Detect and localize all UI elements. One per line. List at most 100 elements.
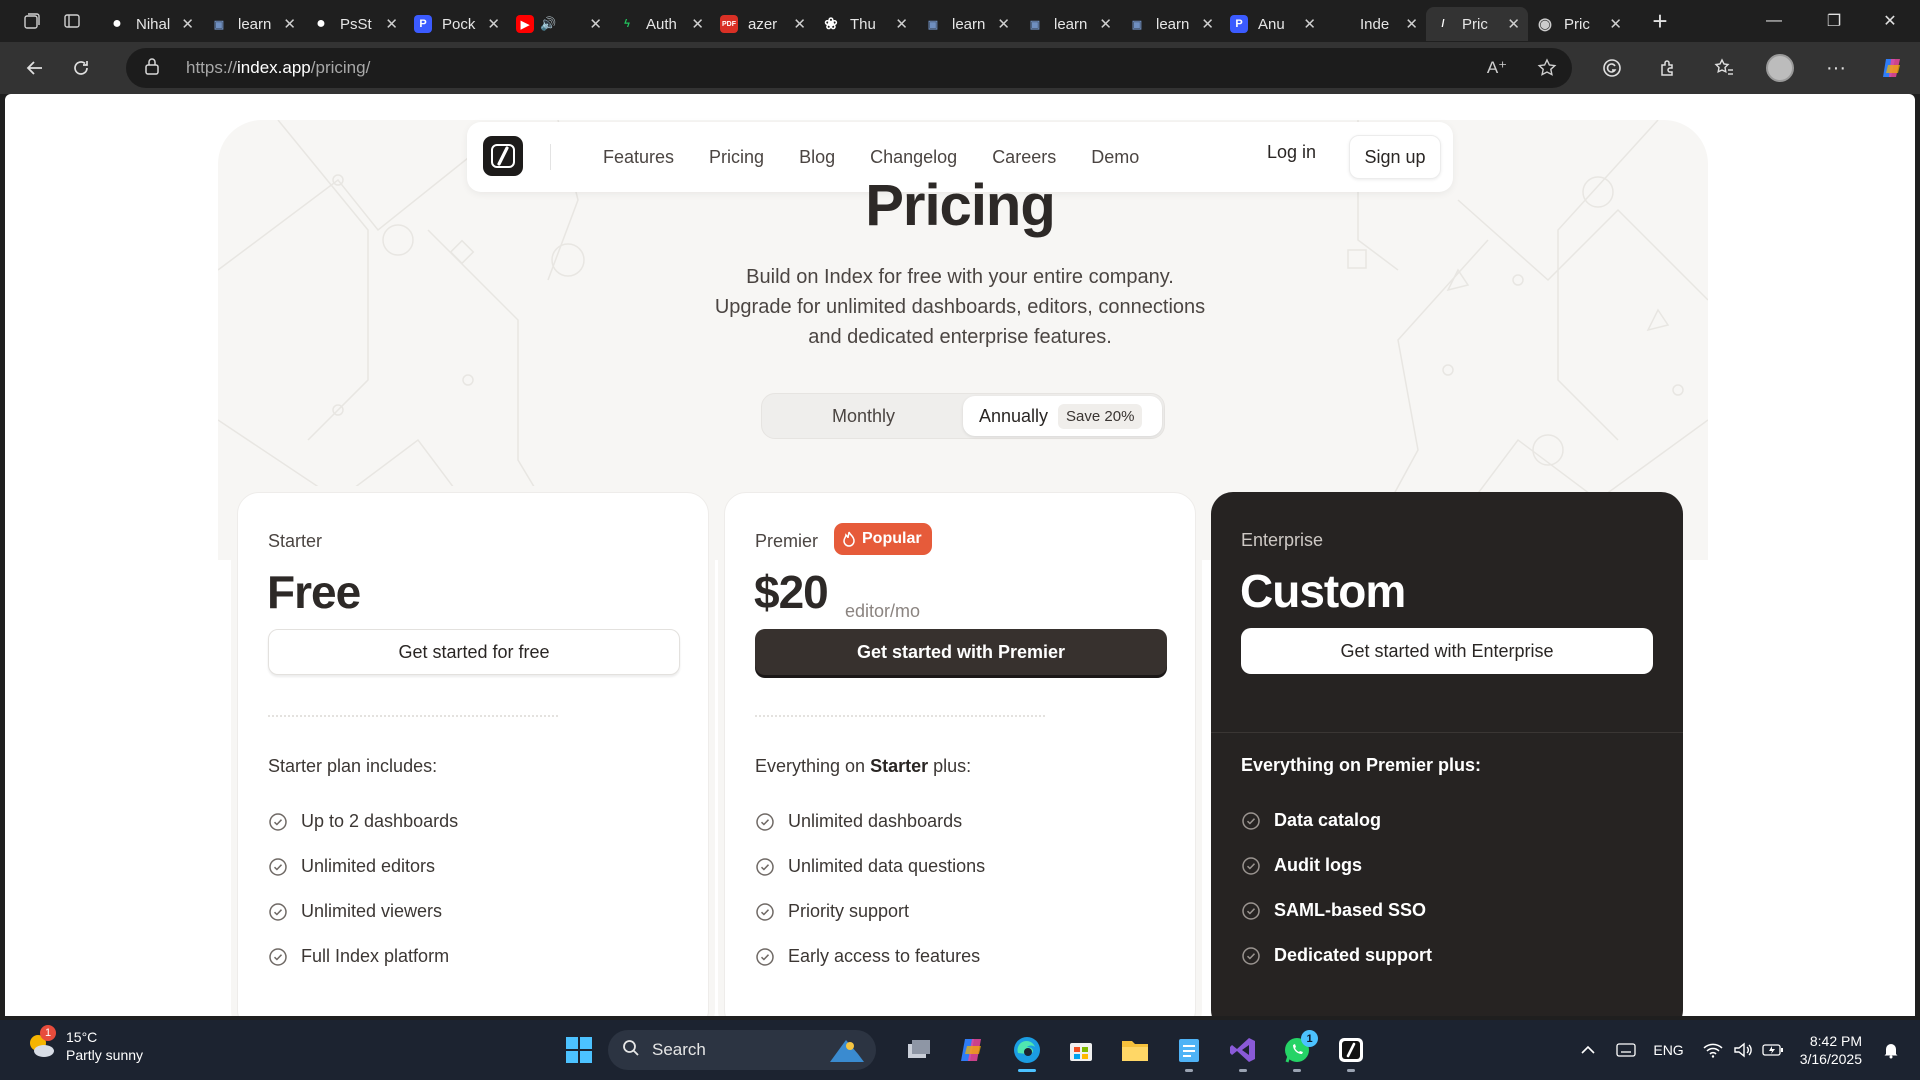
browser-tab[interactable]: ▣ learn ✕ bbox=[202, 7, 304, 41]
close-tab-icon[interactable]: ✕ bbox=[487, 15, 500, 33]
popular-badge-label: Popular bbox=[862, 530, 922, 547]
close-tab-icon[interactable]: ✕ bbox=[793, 15, 806, 33]
restore-button[interactable]: ❐ bbox=[1804, 0, 1864, 42]
index-app-icon[interactable] bbox=[1324, 1028, 1378, 1072]
language-indicator[interactable]: ENG bbox=[1653, 1042, 1683, 1058]
feature-item: Early access to features bbox=[755, 934, 985, 979]
browser-tab[interactable]: ▶ 🔊 ✕ bbox=[508, 7, 610, 41]
battery-icon[interactable] bbox=[1758, 1043, 1788, 1057]
close-tab-icon[interactable]: ✕ bbox=[1099, 15, 1112, 33]
copilot-app-icon[interactable] bbox=[946, 1028, 1000, 1072]
browser-tab[interactable]: ● Nihal ✕ bbox=[100, 7, 202, 41]
weather-desc: Partly sunny bbox=[66, 1047, 144, 1063]
browser-tab[interactable]: ● PsSt ✕ bbox=[304, 7, 406, 41]
close-tab-icon[interactable]: ✕ bbox=[283, 15, 296, 33]
whatsapp-icon[interactable]: 1 bbox=[1270, 1028, 1324, 1072]
close-tab-icon[interactable]: ✕ bbox=[895, 15, 908, 33]
notifications-icon[interactable] bbox=[1876, 1041, 1906, 1059]
index-logo[interactable] bbox=[483, 136, 523, 176]
start-windows-icon[interactable] bbox=[552, 1028, 606, 1072]
nav-link-demo[interactable]: Demo bbox=[1091, 147, 1139, 168]
browser-tab[interactable]: P Anu ✕ bbox=[1222, 7, 1324, 41]
wifi-icon[interactable] bbox=[1698, 1042, 1728, 1058]
blank-icon bbox=[1332, 15, 1350, 33]
login-link[interactable]: Log in bbox=[1267, 142, 1316, 163]
notepad-icon[interactable] bbox=[1162, 1028, 1216, 1072]
close-window-button[interactable]: ✕ bbox=[1860, 0, 1920, 42]
favorites-icon[interactable] bbox=[1696, 48, 1752, 88]
close-tab-icon[interactable]: ✕ bbox=[1609, 15, 1622, 33]
browser-tab[interactable]: ▣ learn ✕ bbox=[916, 7, 1018, 41]
feature-list: Up to 2 dashboards Unlimited editors Unl… bbox=[268, 799, 458, 979]
close-tab-icon[interactable]: ✕ bbox=[1405, 15, 1418, 33]
close-tab-icon[interactable]: ✕ bbox=[997, 15, 1010, 33]
favorite-star-icon[interactable] bbox=[1522, 58, 1572, 78]
close-tab-icon[interactable]: ✕ bbox=[1201, 15, 1214, 33]
back-icon[interactable] bbox=[12, 48, 58, 88]
taskbar-apps: Search 1 bbox=[552, 1028, 1378, 1072]
volume-icon[interactable] bbox=[1728, 1042, 1758, 1058]
lock-icon bbox=[144, 57, 164, 80]
check-circle-icon bbox=[755, 857, 775, 877]
browser-tab[interactable]: Inde ✕ bbox=[1324, 7, 1426, 41]
visual-studio-icon[interactable] bbox=[1216, 1028, 1270, 1072]
nav-link-features[interactable]: Features bbox=[603, 147, 674, 168]
get-started-premier-button[interactable]: Get started with Premier bbox=[755, 629, 1167, 675]
speaker-icon[interactable]: 🔊 bbox=[540, 16, 556, 32]
close-tab-icon[interactable]: ✕ bbox=[385, 15, 398, 33]
running-indicator bbox=[1347, 1069, 1355, 1072]
refresh-icon[interactable] bbox=[58, 48, 104, 88]
plan-card-enterprise: Enterprise Custom Get started with Enter… bbox=[1211, 492, 1683, 1016]
close-tab-icon[interactable]: ✕ bbox=[1507, 15, 1520, 33]
get-started-enterprise-button[interactable]: Get started with Enterprise bbox=[1241, 628, 1653, 674]
new-tab-button[interactable]: + bbox=[1638, 4, 1682, 38]
copilot-icon[interactable] bbox=[1864, 48, 1920, 88]
plan-tier: Starter bbox=[268, 531, 323, 551]
plan-includes-text: Starter plan includes: bbox=[268, 756, 438, 776]
task-view-icon[interactable] bbox=[892, 1028, 946, 1072]
feature-list: Data catalog Audit logs SAML-based SSO D… bbox=[1241, 798, 1432, 978]
tab-actions-icon[interactable] bbox=[52, 0, 92, 42]
clock-time: 8:42 PM bbox=[1809, 1033, 1862, 1049]
check-circle-icon bbox=[1241, 946, 1261, 966]
keyboard-icon[interactable] bbox=[1603, 1043, 1649, 1057]
close-tab-icon[interactable]: ✕ bbox=[589, 15, 602, 33]
profile-avatar[interactable] bbox=[1752, 48, 1808, 88]
toggle-annually[interactable]: Annually Save 20% bbox=[963, 396, 1162, 436]
tab-title: Pric bbox=[1462, 15, 1488, 33]
toggle-monthly[interactable]: Monthly bbox=[766, 397, 961, 435]
more-options-icon[interactable]: ··· bbox=[1808, 48, 1864, 88]
edge-browser-icon[interactable] bbox=[1000, 1028, 1054, 1072]
get-started-free-button[interactable]: Get started for free bbox=[268, 629, 680, 675]
browser-tab[interactable]: ▣ learn ✕ bbox=[1018, 7, 1120, 41]
close-tab-icon[interactable]: ✕ bbox=[1303, 15, 1316, 33]
card-divider bbox=[1211, 732, 1683, 733]
file-explorer-icon[interactable] bbox=[1108, 1028, 1162, 1072]
browser-tab[interactable]: / Pric ✕ bbox=[1426, 7, 1528, 41]
nav-link-blog[interactable]: Blog bbox=[799, 147, 835, 168]
close-tab-icon[interactable]: ✕ bbox=[181, 15, 194, 33]
show-hidden-icons-chevron-up-icon[interactable] bbox=[1573, 1045, 1603, 1055]
browser-tab[interactable]: ❀ Thu ✕ bbox=[814, 7, 916, 41]
weather-widget[interactable]: 1 15°C Partly sunny bbox=[26, 1025, 144, 1064]
browser-tab[interactable]: P Pock ✕ bbox=[406, 7, 508, 41]
feature-item: SAML-based SSO bbox=[1241, 888, 1432, 933]
address-bar[interactable]: https://index.app/pricing/ A⁺ bbox=[126, 48, 1572, 88]
workspaces-icon[interactable] bbox=[12, 0, 52, 42]
nav-link-careers[interactable]: Careers bbox=[992, 147, 1056, 168]
browser-tab[interactable]: ◉ Pric ✕ bbox=[1528, 7, 1630, 41]
browser-tab[interactable]: PDF azer ✕ bbox=[712, 7, 814, 41]
browser-tab[interactable]: ϟ Auth ✕ bbox=[610, 7, 712, 41]
minimize-button[interactable]: — bbox=[1744, 0, 1804, 42]
taskbar-search[interactable]: Search bbox=[608, 1030, 876, 1070]
grammarly-icon[interactable] bbox=[1584, 48, 1640, 88]
nav-link-changelog[interactable]: Changelog bbox=[870, 147, 957, 168]
close-tab-icon[interactable]: ✕ bbox=[691, 15, 704, 33]
clock[interactable]: 8:42 PM 3/16/2025 bbox=[1800, 1032, 1862, 1068]
store-icon[interactable] bbox=[1054, 1028, 1108, 1072]
nav-link-pricing[interactable]: Pricing bbox=[709, 147, 764, 168]
extensions-icon[interactable] bbox=[1640, 48, 1696, 88]
read-aloud-icon[interactable]: A⁺ bbox=[1472, 58, 1522, 78]
browser-tab[interactable]: ▣ learn ✕ bbox=[1120, 7, 1222, 41]
subtitle-line: and dedicated enterprise features. bbox=[808, 326, 1112, 348]
